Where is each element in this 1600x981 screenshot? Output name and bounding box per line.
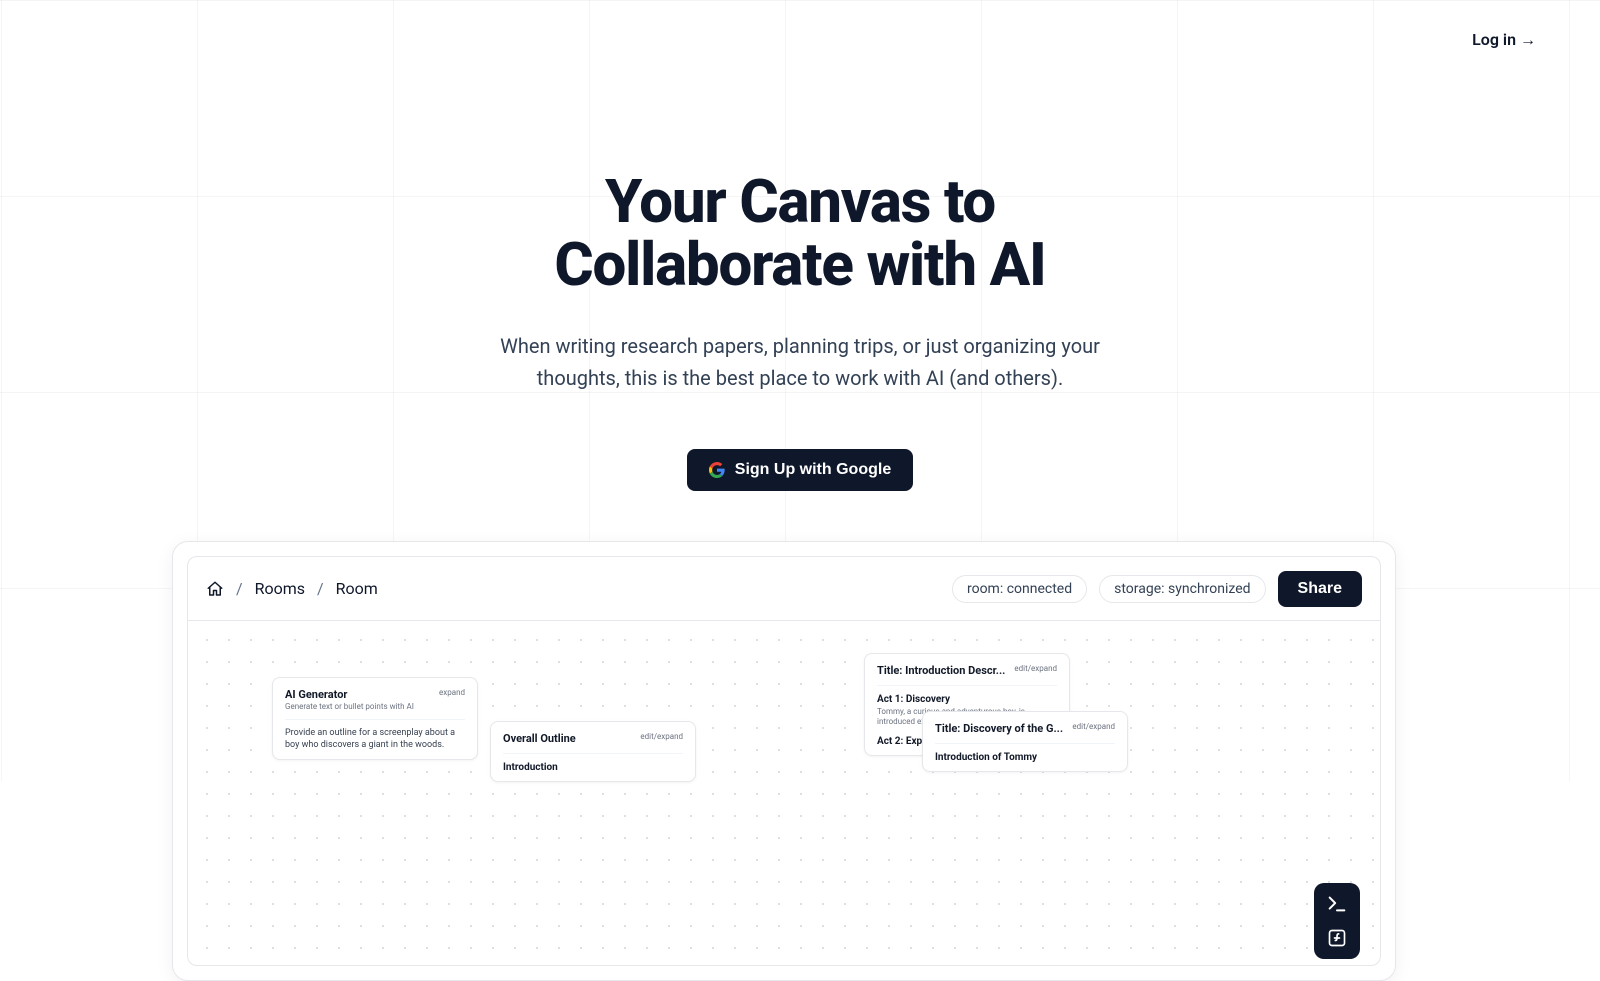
outline-card[interactable]: Overall Outline edit/expand Introduction — [490, 721, 696, 782]
edit-expand-action[interactable]: edit/expand — [1014, 664, 1057, 673]
share-button[interactable]: Share — [1278, 571, 1362, 607]
card-title: Overall Outline — [503, 732, 576, 745]
expand-action[interactable]: expand — [439, 688, 465, 697]
app-header: / Rooms / Room room: connected storage: … — [188, 557, 1380, 621]
card-section-title: Introduction — [503, 753, 683, 773]
hero-headline: Your Canvas to Collaborate with AI — [450, 170, 1150, 296]
hero-section: Your Canvas to Collaborate with AI When … — [0, 0, 1600, 491]
room-status-pill: room: connected — [952, 575, 1087, 603]
card-title: Title: Introduction Descr... — [877, 664, 1005, 677]
signup-google-button[interactable]: Sign Up with Google — [687, 449, 913, 491]
app-preview-inner: / Rooms / Room room: connected storage: … — [187, 556, 1381, 966]
discovery-card[interactable]: Title: Discovery of the G... edit/expand… — [922, 711, 1128, 772]
function-tool-button[interactable] — [1320, 923, 1354, 953]
card-section-title: Introduction of Tommy — [935, 743, 1115, 763]
edit-expand-action[interactable]: edit/expand — [640, 732, 683, 741]
card-act1-title: Act 1: Discovery — [877, 685, 1057, 705]
google-icon — [709, 462, 725, 478]
card-title: Title: Discovery of the G... — [935, 722, 1063, 735]
card-subtitle: Generate text or bullet points with AI — [285, 702, 414, 711]
breadcrumb-separator: / — [236, 579, 243, 598]
canvas-dot-grid[interactable]: AI Generator Generate text or bullet poi… — [188, 621, 1380, 965]
card-body: Provide an outline for a screenplay abou… — [285, 719, 465, 751]
card-title: AI Generator — [285, 688, 414, 701]
floating-toolbar — [1314, 883, 1360, 959]
breadcrumb-room[interactable]: Room — [336, 579, 378, 598]
home-icon[interactable] — [206, 580, 224, 598]
breadcrumb: / Rooms / Room — [206, 579, 378, 598]
signup-label: Sign Up with Google — [735, 461, 891, 479]
terminal-tool-button[interactable] — [1320, 889, 1354, 919]
hero-subtext: When writing research papers, planning t… — [470, 330, 1130, 394]
breadcrumb-rooms[interactable]: Rooms — [255, 579, 305, 598]
app-header-right: room: connected storage: synchronized Sh… — [952, 571, 1362, 607]
edit-expand-action[interactable]: edit/expand — [1072, 722, 1115, 731]
storage-status-pill: storage: synchronized — [1099, 575, 1265, 603]
breadcrumb-separator: / — [317, 579, 324, 598]
ai-generator-card[interactable]: AI Generator Generate text or bullet poi… — [272, 677, 478, 760]
app-preview-frame: / Rooms / Room room: connected storage: … — [172, 541, 1396, 981]
